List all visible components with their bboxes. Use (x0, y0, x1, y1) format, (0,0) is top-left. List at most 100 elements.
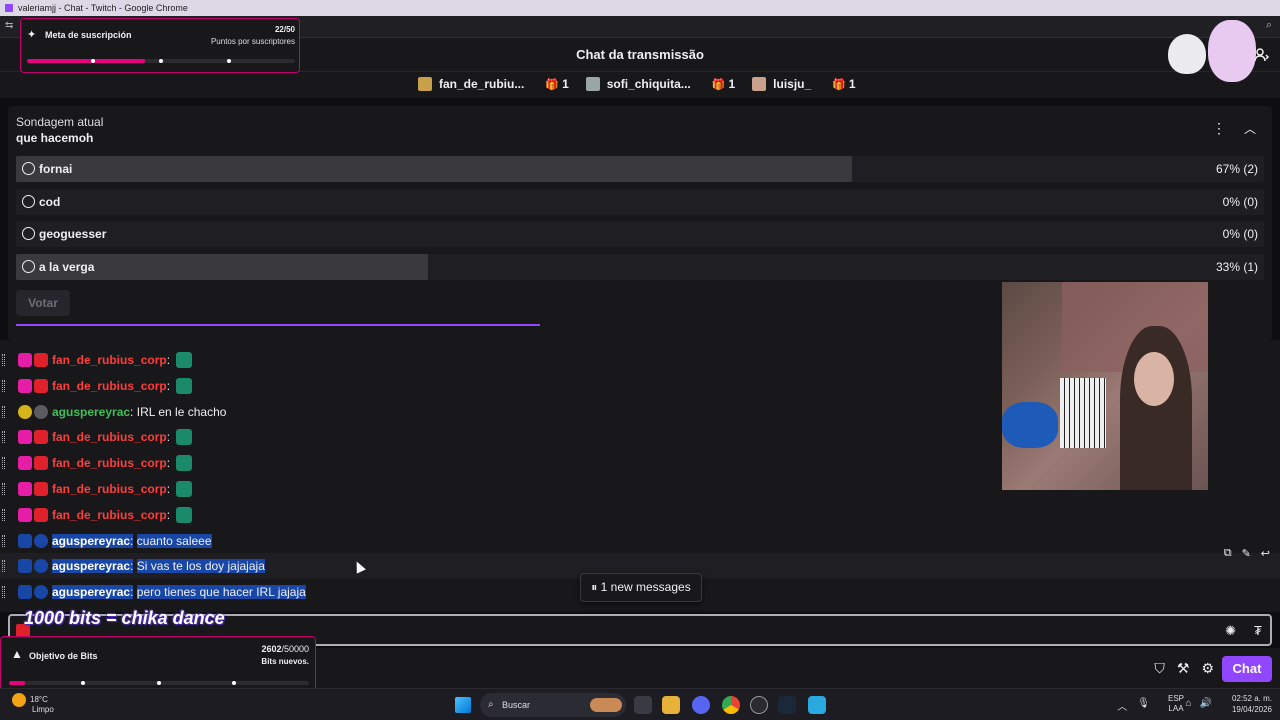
vote-button[interactable]: Votar (16, 290, 70, 316)
chevron-up-icon[interactable]: ︿ (1117, 698, 1127, 713)
sub-goal-marker (159, 59, 163, 63)
heart-badge-icon (18, 353, 32, 367)
heart-badge-icon (18, 456, 32, 471)
volume-icon[interactable]: 🔊 (1200, 698, 1212, 709)
windows-start-icon[interactable] (455, 697, 471, 713)
radio-icon[interactable] (22, 194, 35, 208)
gift-count-value: 1 (728, 77, 736, 91)
chat-username[interactable]: fan_de_rubius_corp: (52, 508, 170, 522)
chat-username[interactable]: aguspereyrac: (52, 405, 133, 419)
gifter-name[interactable]: fan_de_rubiu... (439, 77, 524, 91)
username-text: aguspereyrac (52, 559, 131, 574)
radio-icon[interactable] (22, 162, 35, 175)
reply-icon[interactable]: ↩ (1261, 547, 1270, 560)
drag-handle-icon[interactable] (2, 508, 5, 521)
username-text: fan_de_rubius_corp (52, 353, 167, 367)
poll-option[interactable]: geoguesser 0% (0) (16, 221, 1264, 247)
collapse-chat-icon[interactable]: ⇆ (5, 20, 13, 31)
sub-goal-marker (227, 59, 231, 63)
drag-handle-icon[interactable] (2, 405, 5, 418)
discord-icon[interactable] (692, 696, 710, 714)
message-actions: ⧉ ✎ ↩ (1224, 547, 1270, 560)
chat-username[interactable]: fan_de_rubius_corp: (52, 456, 170, 470)
language-indicator[interactable]: ESP LAA (1168, 694, 1184, 714)
copy-icon[interactable]: ⧉ (1224, 547, 1232, 560)
browser-titlebar: valeriamjj - Chat - Twitch - Google Chro… (0, 0, 1280, 16)
chevron-up-icon[interactable]: ︿ (1244, 120, 1256, 137)
sub-goal-fill (27, 59, 145, 63)
zoom-icon[interactable]: ⌕ (1266, 19, 1272, 32)
new-messages-button[interactable]: ⏸ 1 new messages (580, 573, 702, 602)
gift-count: 🎁 1 (545, 77, 568, 91)
steam-icon[interactable] (778, 696, 796, 714)
app-icon[interactable] (808, 696, 826, 714)
chat-send-button[interactable]: Chat (1222, 656, 1272, 682)
chat-username[interactable]: fan_de_rubius_corp: (52, 430, 170, 444)
chat-message[interactable]: fan_de_rubius_corp: (0, 502, 1280, 528)
drag-handle-icon[interactable] (2, 354, 5, 366)
emote-picker-icon[interactable]: ✺ (1225, 623, 1236, 639)
pin-icon[interactable]: ✎ (1242, 547, 1251, 560)
microphone-icon[interactable]: 🎙 (1137, 698, 1150, 713)
more-options-icon[interactable]: ⋮ (1212, 120, 1226, 137)
chat-username[interactable]: fan_de_rubius_corp: (52, 482, 170, 496)
message-text: IRL en le chacho (136, 404, 227, 419)
gear-icon[interactable]: ⚙ (1201, 660, 1214, 677)
shield-icon[interactable]: ⛉ (1154, 660, 1165, 677)
poll-option[interactable]: cod 0% (0) (16, 188, 1264, 215)
drag-handle-icon[interactable] (2, 534, 5, 547)
cat-mascot-image (1158, 14, 1258, 84)
username-text: aguspereyrac (52, 404, 131, 419)
layout-code: LAA (1168, 704, 1184, 713)
heart-badge-icon (18, 507, 32, 522)
gifter-name[interactable]: sofi_chiquita... (607, 77, 691, 91)
task-view-icon[interactable] (634, 696, 652, 714)
clock-date: 19/04/2026 (1231, 705, 1272, 714)
bits-icon[interactable]: ₮ (1254, 623, 1262, 638)
drag-handle-icon[interactable] (2, 457, 5, 470)
username-text: fan_de_rubius_corp (52, 456, 167, 471)
chat-username[interactable]: aguspereyrac: (52, 559, 134, 574)
tools-icon[interactable]: ⚒ (1177, 660, 1190, 677)
weather-widget[interactable]: 18°C Limpo (12, 693, 54, 714)
weather-condition: Limpo (32, 705, 54, 714)
gift-count-value: 1 (848, 77, 856, 91)
drag-handle-icon[interactable] (2, 379, 5, 392)
stream-webcam-video[interactable] (1002, 282, 1208, 490)
badge-icon (18, 533, 32, 548)
radio-icon[interactable] (22, 259, 35, 273)
poll-option[interactable]: fornai 67% (2) (16, 156, 1264, 182)
drag-handle-icon[interactable] (2, 483, 5, 495)
clock[interactable]: 02:52 a. m. 19/04/2026 (1232, 693, 1272, 715)
chat-message[interactable]: aguspereyrac: cuanto saleee (0, 528, 1280, 554)
gifter-avatar (585, 77, 600, 91)
windows-taskbar: 18°C Limpo ⌕ Buscar ︿ 🎙 ESP LAA ⌂ 🔊 02:5… (0, 688, 1280, 720)
username-text: fan_de_rubius_corp (52, 507, 167, 522)
clock-time: 02:52 a. m. (1231, 694, 1272, 703)
chat-username[interactable]: aguspereyrac: (52, 533, 134, 548)
window-title: valeriamjj - Chat - Twitch - Google Chro… (18, 3, 188, 13)
drag-handle-icon[interactable] (2, 431, 5, 444)
pink-cat-figure (1208, 20, 1256, 82)
star-icon: ✦ (27, 29, 37, 41)
star-badge-icon (34, 430, 48, 445)
chrome-icon[interactable] (722, 696, 740, 714)
poll-option[interactable]: a la verga 33% (1) (16, 253, 1264, 280)
sun-icon (12, 693, 26, 707)
drag-handle-icon[interactable] (2, 560, 5, 573)
radio-icon[interactable] (22, 227, 35, 240)
gifter-name[interactable]: luisju_ (773, 77, 811, 91)
obs-icon[interactable] (750, 696, 768, 714)
network-icon[interactable]: ⌂ (1186, 698, 1192, 709)
message-text: pero tienes que hacer IRL jajaja (136, 585, 306, 600)
language-code: ESP (1167, 694, 1184, 703)
drag-handle-icon[interactable] (2, 586, 5, 599)
widget-thumbnail-icon[interactable] (590, 698, 622, 712)
star-badge-icon (34, 482, 48, 496)
chat-username[interactable]: aguspereyrac: (52, 585, 134, 600)
gifter-avatar (752, 77, 767, 91)
poll-option-label: a la verga (39, 259, 95, 274)
chat-username[interactable]: fan_de_rubius_corp: (52, 379, 170, 393)
file-explorer-icon[interactable] (662, 696, 680, 714)
chat-username[interactable]: fan_de_rubius_corp: (52, 353, 170, 367)
